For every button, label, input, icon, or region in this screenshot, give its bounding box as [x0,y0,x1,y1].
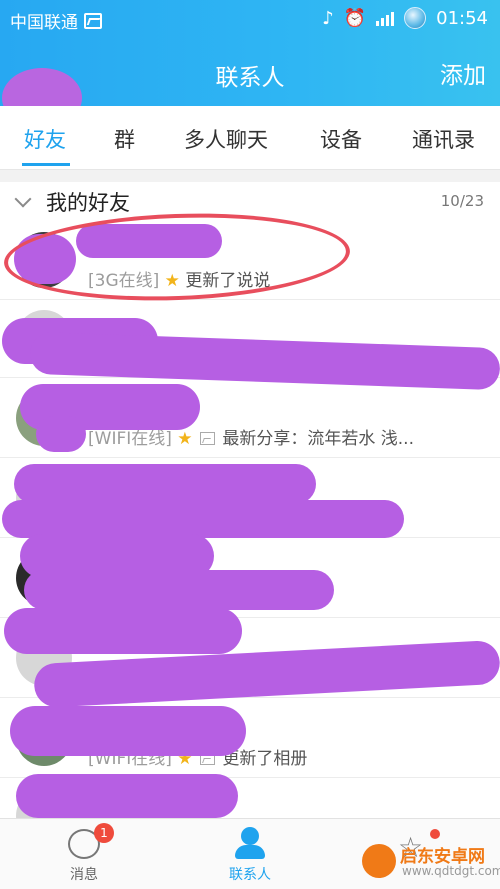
redaction-mark [16,774,238,818]
unread-badge: 1 [94,823,114,843]
battery-globe-icon [404,7,427,29]
redaction-mark [36,416,86,452]
page-title: 联系人 [215,65,285,91]
watermark-logo [362,844,396,878]
photo-icon [199,432,215,445]
watermark-url: www.qdtdgt.com [402,864,500,878]
new-dot [430,829,440,839]
tab-groups[interactable]: 群 [114,124,135,154]
section-divider [0,170,500,182]
alarm-icon: ⏰ [343,7,367,29]
contact-activity: 更新了相册 [222,749,308,769]
star-icon: ★ [177,429,193,449]
signal-icon [376,10,395,26]
redaction-mark [14,464,316,504]
nav-label: 联系人 [229,867,271,883]
tab-multi-chat[interactable]: 多人聊天 [184,124,268,154]
contacts-icon [235,827,265,859]
group-online-count: 10/23 [440,192,484,210]
status-bar: 中国联通 ♪ ⏰ 01:54 [0,0,500,36]
vibrate-icon: ♪ [322,7,334,29]
add-button[interactable]: 添加 [440,56,486,90]
redaction-mark [24,570,334,610]
tab-address-book[interactable]: 通讯录 [412,124,475,154]
nav-messages[interactable]: 1 消息 [34,819,134,889]
carrier-label: 中国联通 [10,13,78,33]
app-header: 中国联通 ♪ ⏰ 01:54 联系人 添加 [0,0,500,128]
network-status: [WIFI在线] [88,429,172,449]
clock: 01:54 [436,7,488,29]
chevron-down-icon [14,190,32,208]
active-tab-indicator [22,163,70,166]
contact-activity: 最新分享：流年若水 浅... [222,429,414,449]
tab-devices[interactable]: 设备 [320,124,362,154]
tab-friends[interactable]: 好友 [24,124,66,154]
redaction-mark [10,706,246,756]
nav-contacts[interactable]: 联系人 [200,819,300,889]
redaction-mark [4,608,242,654]
site-watermark: 启东安卓网 www.qdtdgt.com [362,840,500,884]
gallery-notification-icon [84,12,102,29]
nav-label: 消息 [70,867,98,883]
title-bar: 联系人 添加 [0,36,500,128]
tab-bar: 好友 群 多人聊天 设备 通讯录 [0,106,500,170]
redaction-mark [2,500,404,538]
group-name: 我的好友 [46,191,130,215]
